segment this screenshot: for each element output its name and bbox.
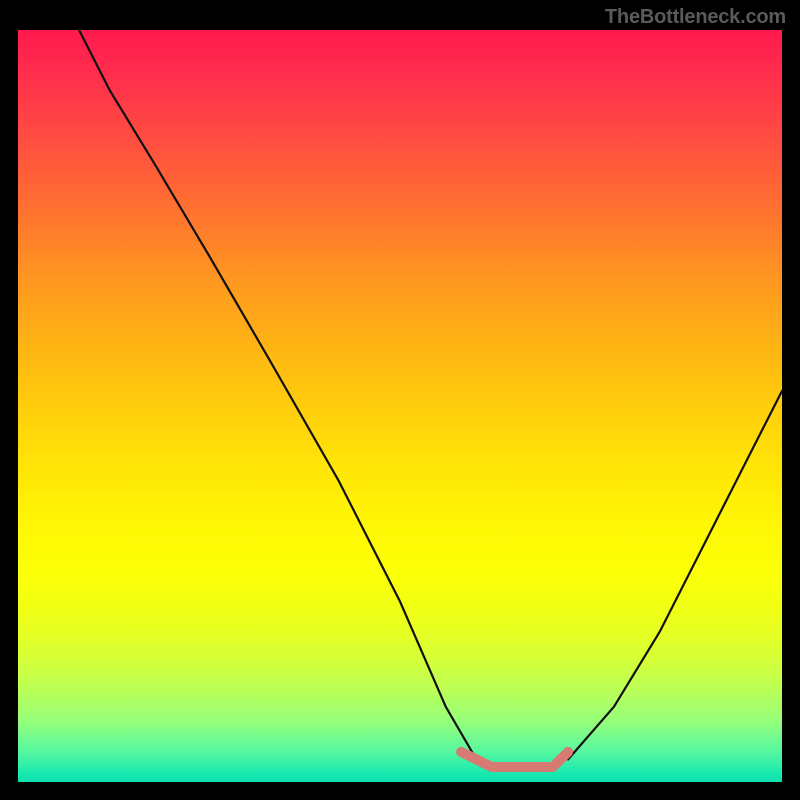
curve-right <box>568 391 782 759</box>
chart-svg <box>18 30 782 782</box>
curve-left <box>79 30 476 759</box>
watermark-text: TheBottleneck.com <box>605 6 786 29</box>
chart-plot-area <box>18 30 782 782</box>
chart-frame: TheBottleneck.com <box>0 0 800 800</box>
optimal-zone-highlight <box>461 752 568 767</box>
